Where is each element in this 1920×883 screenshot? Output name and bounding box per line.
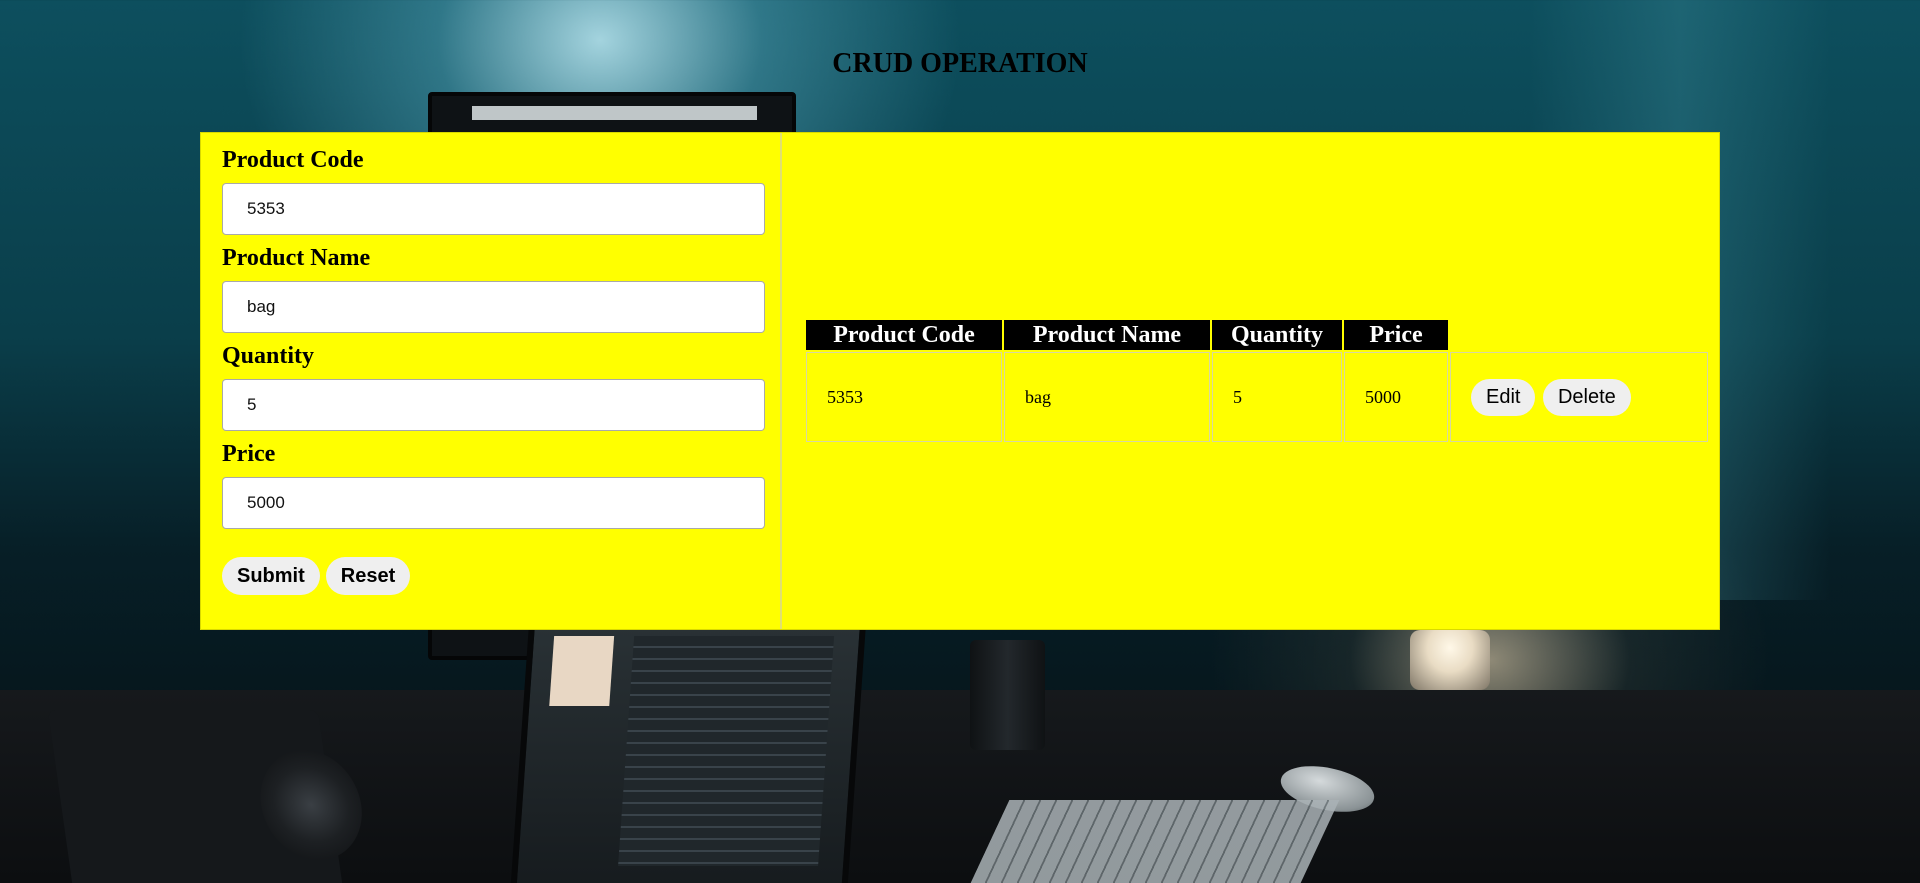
desk-lamp	[1410, 630, 1490, 690]
cell-price: 5000	[1344, 352, 1448, 442]
cell-product-name: bag	[1004, 352, 1210, 442]
speaker	[47, 710, 343, 883]
header-product-name: Product Name	[1004, 320, 1210, 350]
keyboard	[970, 800, 1340, 883]
form-buttons: Submit Reset	[222, 557, 765, 595]
price-label: Price	[222, 441, 276, 467]
price-input[interactable]	[222, 477, 765, 529]
product-name-input[interactable]	[222, 281, 765, 333]
laptop-screen	[510, 610, 867, 883]
header-price: Price	[1344, 320, 1448, 350]
product-code-input[interactable]	[222, 183, 765, 235]
cell-product-code: 5353	[806, 352, 1002, 442]
crud-container: Product Code Product Name Quantity Price…	[200, 132, 1720, 630]
products-table: Product Code Product Name Quantity Price…	[804, 318, 1710, 444]
cell-quantity: 5	[1212, 352, 1342, 442]
quantity-input[interactable]	[222, 379, 765, 431]
quantity-label: Quantity	[222, 343, 315, 369]
cell-actions: Edit Delete	[1450, 352, 1708, 442]
header-actions	[1450, 320, 1708, 350]
pen-cup	[970, 640, 1045, 750]
table-header-row: Product Code Product Name Quantity Price	[806, 320, 1708, 350]
submit-button[interactable]: Submit	[222, 557, 320, 595]
page-title: CRUD OPERATION	[832, 48, 1088, 79]
delete-button[interactable]: Delete	[1542, 378, 1631, 416]
header-product-code: Product Code	[806, 320, 1002, 350]
table-panel: Product Code Product Name Quantity Price…	[782, 133, 1719, 629]
header-quantity: Quantity	[1212, 320, 1342, 350]
product-name-label: Product Name	[222, 245, 371, 271]
mouse	[1276, 758, 1379, 820]
table-row: 5353 bag 5 5000 Edit Delete	[806, 352, 1708, 442]
edit-button[interactable]: Edit	[1471, 378, 1536, 416]
desk	[0, 690, 1920, 883]
reset-button[interactable]: Reset	[325, 557, 411, 595]
product-code-label: Product Code	[222, 147, 364, 173]
product-form: Product Code Product Name Quantity Price…	[201, 133, 782, 629]
